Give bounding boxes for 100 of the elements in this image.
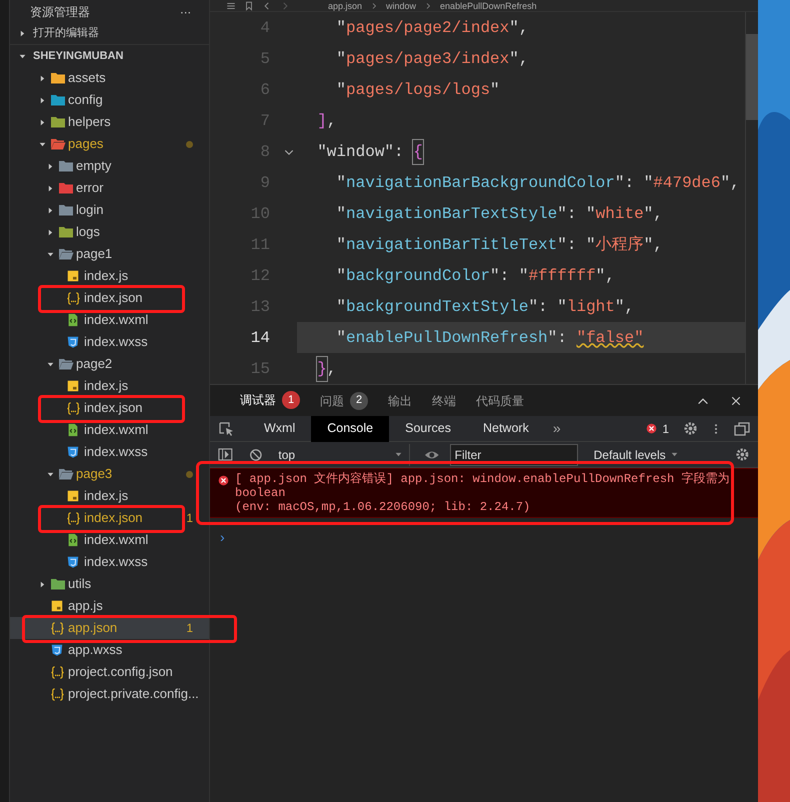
breadcrumb-item[interactable]: enablePullDownRefresh [440, 0, 537, 10]
folder-item[interactable]: logs [76, 222, 100, 242]
bookmark-icon[interactable] [244, 0, 254, 10]
file-item[interactable]: index.wxml [84, 530, 148, 550]
file-item[interactable]: index.json [84, 288, 143, 308]
braces-icon [50, 664, 65, 680]
css-shield-icon [50, 643, 64, 657]
file-item[interactable]: index.wxss [84, 332, 148, 352]
sidebar-toggle-icon[interactable] [218, 447, 233, 462]
code-line: }, [297, 353, 745, 384]
more-icon[interactable]: ··· [180, 2, 191, 20]
error-icon [646, 423, 658, 434]
caret-right-icon[interactable] [46, 162, 55, 170]
file-item[interactable]: index.js [84, 266, 128, 286]
panel-tab[interactable]: 输出 [378, 384, 422, 416]
error-detail: (env: macOS,mp,1.06.2206090; lib: 2.24.7) [235, 500, 532, 514]
file-item[interactable]: project.config.json [68, 662, 173, 682]
document-icon [66, 533, 80, 547]
file-item[interactable]: index.wxss [84, 552, 148, 572]
devtools-tab[interactable]: Wxml [248, 416, 312, 442]
clear-icon[interactable] [248, 448, 262, 462]
section-header[interactable]: 打开的编辑器 [10, 23, 209, 45]
braces-icon [66, 510, 81, 526]
chevron-icon [424, 2, 432, 10]
devtools-tab[interactable]: Sources [389, 416, 467, 442]
code-line: "navigationBarBackgroundColor": "#479de6", [335, 172, 741, 194]
file-item[interactable]: index.json [84, 398, 143, 418]
js-file-icon [66, 489, 80, 503]
folder-item[interactable]: empty [76, 156, 112, 176]
settings-icon[interactable] [683, 421, 698, 436]
breadcrumb-item[interactable]: app.json [328, 0, 362, 10]
file-item[interactable]: index.json [84, 508, 143, 528]
file-item[interactable]: index.js [84, 376, 128, 396]
code-line: "window": { [297, 136, 745, 167]
folder-item[interactable]: config [68, 90, 103, 110]
file-item[interactable]: index.wxml [84, 310, 148, 330]
folder-item[interactable]: page3 [76, 464, 112, 484]
devtools-tab[interactable]: Console [311, 416, 390, 442]
braces-icon [50, 620, 65, 636]
file-item[interactable]: index.wxml [84, 420, 148, 440]
context-dropdown[interactable]: top [272, 444, 410, 466]
settings-icon[interactable] [735, 447, 750, 462]
css-shield-icon [66, 555, 80, 569]
caret-down-icon [394, 450, 403, 459]
caret-right-icon[interactable] [46, 184, 55, 192]
document-icon [66, 423, 80, 437]
count-badge: 2 [350, 392, 368, 410]
code-line: "pages/page3/index", [335, 48, 530, 70]
panel-tab[interactable]: 代码质量 [466, 384, 534, 416]
caret-right-icon[interactable] [38, 580, 47, 588]
caret-right-icon[interactable] [38, 118, 47, 126]
problem-count: 1 [186, 510, 193, 527]
folder-item[interactable]: assets [68, 68, 106, 88]
code-line: "navigationBarTitleText": "小程序", [335, 234, 664, 256]
breadcrumb-item[interactable]: window [386, 0, 416, 10]
caret-right-icon[interactable] [38, 74, 47, 82]
folder-item[interactable]: page1 [76, 244, 112, 264]
code-line: "backgroundColor": "#ffffff", [335, 266, 616, 286]
caret-right-icon[interactable] [18, 29, 27, 38]
project-header[interactable]: SHEYINGMUBAN [10, 45, 209, 67]
inspect-icon[interactable] [218, 420, 234, 436]
code-line: "pages/logs/logs" [335, 80, 501, 100]
list-icon[interactable] [226, 0, 236, 10]
error-message: [ app.json 文件内容错误] app.json: window.enablePullDownRefresh 字段需为 boolean [235, 472, 730, 500]
file-item[interactable]: app.js [68, 596, 103, 616]
js-file-icon [66, 269, 80, 283]
file-item[interactable]: project.private.config... [68, 684, 199, 704]
css-shield-icon [66, 335, 80, 349]
folder-item[interactable]: login [76, 200, 104, 220]
folder-item[interactable]: helpers [68, 112, 111, 132]
more-tabs-icon[interactable]: » [544, 418, 569, 439]
code-line: "backgroundTextStyle": "light", [335, 296, 636, 318]
chevron-icon [370, 2, 378, 10]
folder-item[interactable]: page2 [76, 354, 112, 374]
braces-icon [66, 400, 81, 416]
dock-icon[interactable] [734, 420, 750, 436]
file-item[interactable]: app.json [68, 618, 118, 638]
caret-right-icon[interactable] [38, 96, 47, 104]
folder-item[interactable]: utils [68, 574, 92, 594]
js-file-icon [66, 379, 80, 393]
panel-title: 资源管理器 [30, 4, 90, 20]
folder-item[interactable]: pages [68, 134, 104, 154]
close-icon[interactable] [730, 394, 742, 406]
caret-right-icon[interactable] [46, 206, 55, 214]
count-badge: 1 [282, 391, 300, 409]
css-shield-icon [66, 445, 80, 459]
error-icon [218, 475, 229, 486]
error-count[interactable]: 1 [662, 420, 669, 438]
caret-right-icon[interactable] [46, 228, 55, 236]
file-item[interactable]: index.js [84, 486, 128, 506]
folder-item[interactable]: error [76, 178, 104, 198]
file-item[interactable]: app.wxss [68, 640, 122, 660]
devtools-tab[interactable]: Network [466, 416, 545, 442]
caret-down-icon [670, 450, 679, 459]
panel-tab[interactable]: 终端 [422, 384, 466, 416]
levels-dropdown[interactable]: Default levels [588, 444, 716, 466]
code-line: "navigationBarTextStyle": "white", [335, 204, 664, 224]
console-prompt[interactable]: › [220, 529, 225, 545]
braces-icon [66, 290, 81, 306]
file-item[interactable]: index.wxss [84, 442, 148, 462]
